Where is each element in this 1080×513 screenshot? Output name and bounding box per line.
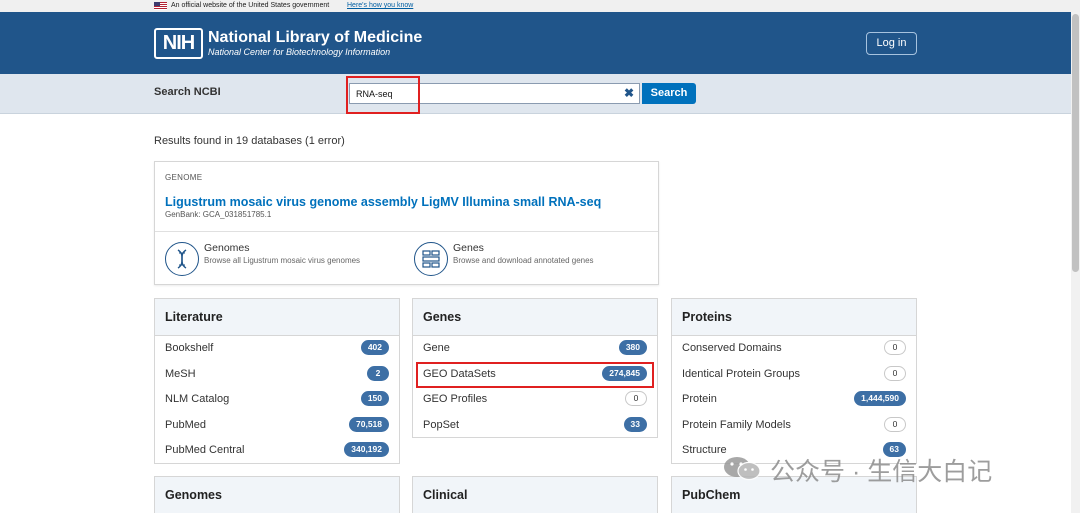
clinical-panel: Clinical (412, 476, 658, 513)
genes-desc: Browse and download annotated genes (453, 256, 594, 265)
genome-accession: GenBank: GCA_031851785.1 (165, 210, 272, 219)
list-item[interactable]: MeSH 2 (155, 362, 399, 388)
genomes-panel: Genomes (154, 476, 400, 513)
genes-link[interactable]: Genes (453, 242, 484, 254)
count-badge[interactable]: 402 (360, 340, 389, 355)
list-item[interactable]: PubMed Central 340,192 (155, 438, 399, 464)
list-item[interactable]: Conserved Domains 0 (672, 336, 916, 362)
scrollbar-thumb[interactable] (1072, 14, 1079, 272)
db-label[interactable]: PubMed Central (165, 444, 245, 456)
watermark-text: 公众号 · 生信大白记 (770, 458, 993, 486)
count-badge[interactable]: 0 (884, 416, 906, 432)
card-divider (155, 231, 658, 232)
db-label[interactable]: PubMed (165, 419, 206, 431)
wechat-icon (724, 457, 761, 481)
count-badge[interactable]: 340,192 (344, 442, 389, 457)
count-badge[interactable]: 1,444,590 (854, 391, 906, 406)
db-label[interactable]: Protein (682, 393, 717, 405)
list-item[interactable]: NLM Catalog 150 (155, 387, 399, 413)
db-label[interactable]: Gene (423, 342, 450, 354)
literature-panel-title: Literature (155, 299, 399, 336)
site-header: NIH National Library of Medicine Nationa… (0, 12, 1080, 74)
gov-banner-link[interactable]: Here's how you know (347, 0, 413, 12)
list-item[interactable]: PubMed 70,518 (155, 413, 399, 439)
proteins-panel: Proteins Conserved Domains 0 Identical Pr… (671, 298, 917, 464)
geo-datasets-highlight-box (416, 362, 654, 388)
page-scrollbar[interactable] (1071, 12, 1080, 513)
db-label[interactable]: NLM Catalog (165, 393, 229, 405)
search-bar: Search NCBI ✖ Search (0, 74, 1080, 114)
genomes-desc: Browse all Ligustrum mosaic virus genome… (204, 256, 361, 265)
gene-map-icon[interactable] (414, 242, 448, 276)
search-button[interactable]: Search (642, 83, 696, 104)
list-item[interactable]: Identical Protein Groups 0 (672, 362, 916, 388)
literature-panel: Literature Bookshelf 402 MeSH 2 NLM Catalo… (154, 298, 400, 464)
count-badge[interactable]: 0 (884, 340, 906, 355)
result-kind: GENOME (165, 173, 203, 182)
db-label[interactable]: Protein Family Models (682, 419, 791, 431)
genomes-link[interactable]: Genomes (204, 242, 250, 254)
gov-banner-text: An official website of the United States… (171, 2, 330, 9)
db-label[interactable]: PopSet (423, 419, 459, 431)
db-label[interactable]: Bookshelf (165, 342, 213, 354)
genome-result-card: GENOME Ligustrum mosaic virus genome ass… (154, 161, 659, 285)
ncbi-search-page: An official website of the United States… (0, 0, 1080, 513)
count-badge[interactable]: 380 (618, 340, 647, 355)
db-label[interactable]: GEO Profiles (423, 393, 487, 405)
db-label[interactable]: Identical Protein Groups (682, 368, 800, 380)
db-label[interactable]: Structure (682, 444, 727, 456)
count-badge[interactable]: 33 (623, 416, 647, 432)
site-title[interactable]: National Library of Medicine (208, 29, 422, 47)
site-subtitle: National Center for Biotechnology Inform… (208, 47, 391, 57)
search-highlight-box (346, 76, 420, 114)
genome-title-link[interactable]: Ligustrum mosaic virus genome assembly L… (165, 195, 601, 209)
dna-icon[interactable] (165, 242, 199, 276)
genomes-panel-title: Genomes (155, 477, 399, 513)
list-item[interactable]: PopSet 33 (413, 413, 657, 439)
count-badge[interactable]: 0 (884, 365, 906, 381)
db-label[interactable]: Conserved Domains (682, 342, 782, 354)
login-button[interactable]: Log in (866, 32, 917, 55)
list-item[interactable]: Gene 380 (413, 336, 657, 362)
count-badge[interactable]: 2 (367, 365, 389, 381)
count-badge[interactable]: 70,518 (349, 416, 389, 432)
clinical-panel-title: Clinical (413, 477, 657, 513)
db-label[interactable]: MeSH (165, 368, 196, 380)
proteins-panel-title: Proteins (672, 299, 916, 336)
nih-logo[interactable]: NIH (154, 28, 203, 59)
us-flag-icon (154, 2, 167, 10)
search-label: Search NCBI (154, 86, 221, 98)
count-badge[interactable]: 150 (360, 391, 389, 406)
count-badge[interactable]: 0 (625, 391, 647, 406)
list-item[interactable]: Protein Family Models 0 (672, 413, 916, 439)
list-item[interactable]: Protein 1,444,590 (672, 387, 916, 413)
genes-panel-title: Genes (413, 299, 657, 336)
list-item[interactable]: Bookshelf 402 (155, 336, 399, 362)
clear-icon[interactable]: ✖ (622, 86, 636, 100)
results-summary: Results found in 19 databases (1 error) (154, 135, 345, 147)
gov-banner: An official website of the United States… (0, 0, 1080, 12)
list-item[interactable]: GEO Profiles 0 (413, 387, 657, 413)
